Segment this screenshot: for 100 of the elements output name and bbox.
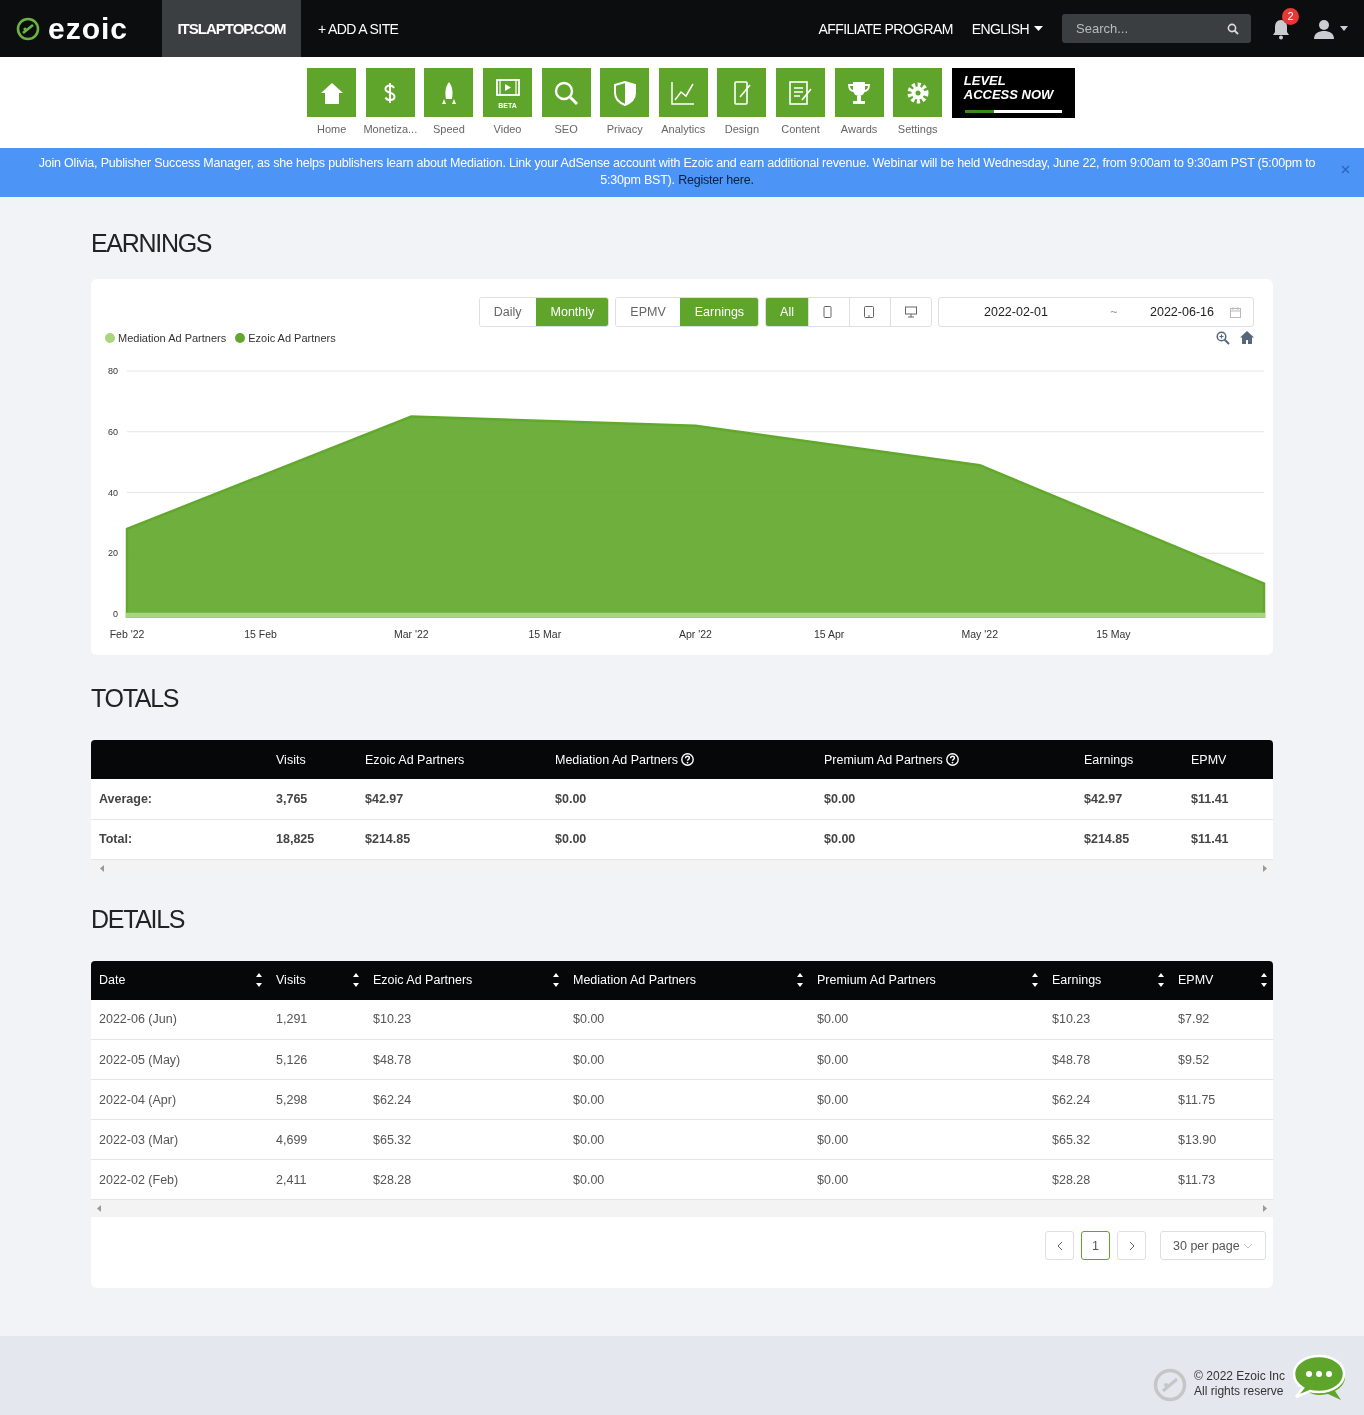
sort-icon[interactable] bbox=[797, 973, 803, 987]
table-cell: $42.97 bbox=[365, 791, 404, 806]
sort-icon[interactable] bbox=[256, 973, 262, 987]
sort-icon[interactable] bbox=[1261, 973, 1267, 987]
section-title: EARNINGS bbox=[91, 228, 213, 258]
help-icon bbox=[681, 753, 694, 767]
app-label: SEO bbox=[554, 123, 578, 135]
app-label: Settings bbox=[897, 123, 938, 135]
sort-icon[interactable] bbox=[353, 973, 359, 987]
column-header: Ezoic Ad Partners bbox=[365, 752, 465, 767]
legend-label[interactable]: Ezoic Ad Partners bbox=[248, 332, 336, 344]
column-header[interactable]: Date bbox=[99, 973, 126, 987]
table-cell: 2022-05 (May) bbox=[99, 1052, 181, 1067]
column-header[interactable]: Earnings bbox=[1052, 973, 1102, 987]
table-cell: $11.75 bbox=[1178, 1092, 1216, 1107]
table-cell: $48.78 bbox=[373, 1052, 412, 1067]
column-header[interactable]: Visits bbox=[276, 973, 306, 987]
announcement-text: Join Olivia, Publisher Success Manager, as she helps publishers learn about Mediation. Link your AdSense account with Ezoic and earn additional revenue. Webinar will be held Wednesday, June 22, from 9:00am to 9:30am PST (5:00pm to 5:30pm BST). Register here. bbox=[37, 155, 1317, 189]
app-label: Awards bbox=[840, 123, 878, 135]
axis-label: 15 Mar bbox=[528, 628, 562, 640]
section-title: DETAILS bbox=[91, 903, 186, 934]
column-header[interactable]: Mediation Ad Partners bbox=[573, 973, 696, 987]
axis-label: 80 bbox=[108, 366, 118, 376]
app-button[interactable] bbox=[658, 68, 708, 117]
language-dropdown[interactable]: ENGLISH bbox=[971, 20, 1043, 37]
table-cell: $10.23 bbox=[373, 1012, 412, 1027]
app-button[interactable] bbox=[717, 68, 767, 117]
sort-icon[interactable] bbox=[553, 973, 559, 987]
footer-logo-icon bbox=[1153, 1367, 1188, 1402]
app-button[interactable] bbox=[600, 68, 650, 117]
table-cell: $214.85 bbox=[1084, 832, 1130, 846]
table-cell: $0.00 bbox=[817, 1132, 849, 1147]
scroll-right-icon bbox=[1263, 1205, 1267, 1212]
site-tab[interactable]: ITSLAPTOP.COM bbox=[162, 0, 301, 57]
scroll-left-icon bbox=[100, 864, 104, 872]
table-cell: $7.92 bbox=[1178, 1012, 1210, 1027]
app-button[interactable] bbox=[365, 68, 415, 117]
chevron-left-icon bbox=[1056, 1240, 1063, 1251]
affiliate-program-link[interactable]: AFFILIATE PROGRAM bbox=[818, 20, 953, 37]
copyright-text: All rights reserve bbox=[1194, 1383, 1285, 1399]
search-input[interactable]: Search... bbox=[1074, 20, 1227, 37]
app-label: Monetiza... bbox=[363, 123, 418, 135]
table-cell: $65.32 bbox=[373, 1132, 412, 1147]
table-cell: $48.78 bbox=[1052, 1052, 1091, 1067]
app-button[interactable] bbox=[307, 68, 357, 117]
column-header[interactable]: Ezoic Ad Partners bbox=[373, 973, 473, 987]
table-cell: $0.00 bbox=[573, 1092, 605, 1107]
column-header: Visits bbox=[276, 752, 306, 767]
user-icon[interactable] bbox=[1313, 18, 1335, 39]
table-cell: 4,699 bbox=[276, 1132, 308, 1147]
chevron-down-icon bbox=[1243, 1242, 1253, 1249]
table-cell: $0.00 bbox=[573, 1052, 605, 1067]
table-cell: $11.41 bbox=[1191, 791, 1229, 806]
zoom-in-icon[interactable] bbox=[1216, 331, 1230, 345]
axis-label: 40 bbox=[108, 487, 118, 498]
app-button[interactable] bbox=[541, 68, 591, 117]
add-site-link[interactable]: + ADD A SITE bbox=[318, 20, 399, 37]
logo-text: ezoic bbox=[48, 11, 129, 46]
table-cell: 18,825 bbox=[276, 832, 315, 846]
app-label: Content bbox=[781, 123, 820, 135]
axis-label: 15 Feb bbox=[244, 628, 277, 640]
table-cell: $0.00 bbox=[555, 832, 587, 846]
help-icon bbox=[945, 753, 959, 767]
app-button[interactable] bbox=[424, 68, 474, 117]
axis-label: 20 bbox=[108, 548, 118, 559]
phone-icon bbox=[823, 306, 835, 318]
table-cell: $0.00 bbox=[573, 1132, 605, 1147]
start-date: 2022-02-01 bbox=[984, 305, 1049, 319]
search-field[interactable]: Search... bbox=[1062, 14, 1251, 43]
sort-icon[interactable] bbox=[1158, 973, 1164, 987]
app-button[interactable] bbox=[776, 68, 825, 117]
axis-label: Mar '22 bbox=[393, 628, 429, 640]
table-cell: $13.90 bbox=[1178, 1132, 1217, 1147]
chevron-right-icon bbox=[1128, 1240, 1135, 1251]
row-label: Total: bbox=[99, 832, 133, 846]
axis-label: Apr '22 bbox=[679, 628, 712, 640]
axis-label: May '22 bbox=[961, 628, 998, 640]
register-link[interactable]: Register here. bbox=[678, 173, 754, 187]
table-cell: $0.00 bbox=[817, 1052, 849, 1067]
legend-label[interactable]: Mediation Ad Partners bbox=[118, 332, 227, 344]
table-cell: 2022-03 (Mar) bbox=[99, 1132, 179, 1147]
app-button[interactable] bbox=[893, 68, 943, 117]
page-button[interactable]: 1 bbox=[1081, 1231, 1110, 1260]
section-title: TOTALS bbox=[91, 683, 180, 713]
per-page-dropdown[interactable]: 30 per page bbox=[1160, 1231, 1266, 1260]
column-header[interactable]: Premium Ad Partners bbox=[817, 973, 936, 987]
home-icon[interactable] bbox=[1240, 331, 1254, 344]
app-button[interactable] bbox=[834, 68, 884, 117]
table-cell: $28.28 bbox=[1052, 1172, 1091, 1187]
calendar-icon bbox=[1230, 306, 1241, 318]
app-label: Analytics bbox=[661, 123, 706, 135]
table-cell: $0.00 bbox=[824, 791, 856, 806]
table-cell: $11.73 bbox=[1178, 1172, 1216, 1187]
level-access-button[interactable]: LEVEL ACCESS NOW bbox=[951, 68, 1075, 118]
column-header[interactable]: EPMV bbox=[1178, 973, 1214, 987]
close-icon[interactable] bbox=[1341, 165, 1350, 174]
date-range-field[interactable]: 2022-02-01 ~ 2022-06-16 bbox=[938, 297, 1254, 327]
sort-icon[interactable] bbox=[1032, 973, 1038, 987]
logo-icon bbox=[16, 16, 40, 41]
table-cell: 2022-02 (Feb) bbox=[99, 1172, 179, 1187]
